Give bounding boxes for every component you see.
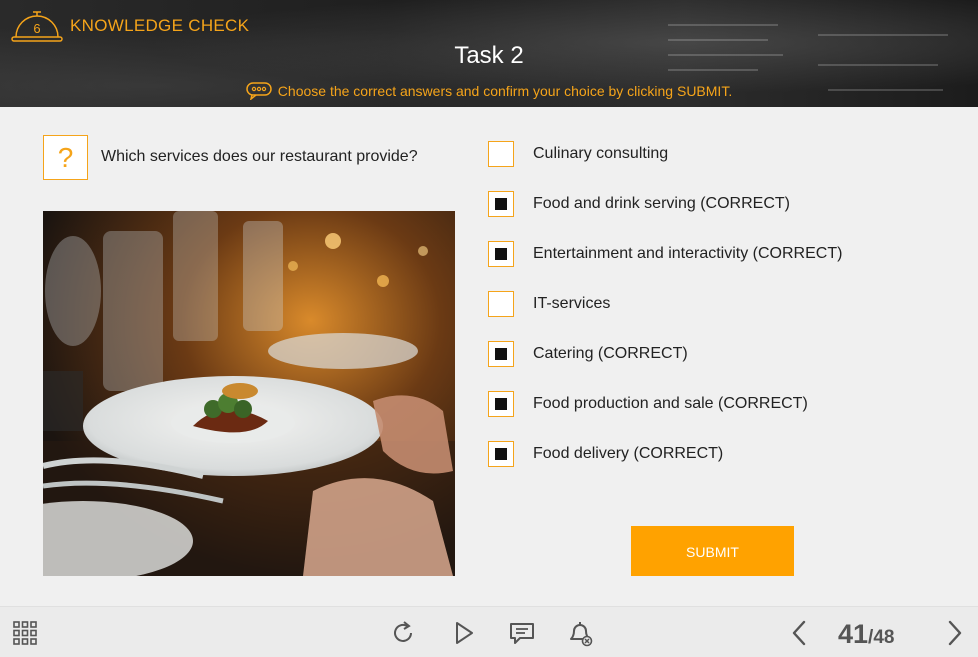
restaurant-photo [43,211,455,576]
option-it-services[interactable]: IT-services [488,291,908,319]
checkbox[interactable] [488,191,514,217]
page-current: 41 [838,619,869,649]
restaurant-table-image [43,211,455,576]
chevron-right-icon[interactable] [940,619,968,647]
option-label: Catering (CORRECT) [533,345,688,362]
question-mark-icon: ? [43,135,88,180]
header-banner: 6 KNOWLEDGE CHECK Task 2 Choose the corr… [0,0,978,107]
knowledge-check-title: KNOWLEDGE CHECK [70,16,250,35]
task-title: Task 2 [454,42,524,69]
option-entertainment-and-interactivity[interactable]: Entertainment and interactivity (CORRECT… [488,241,908,269]
checkbox[interactable] [488,341,514,367]
checkbox-mark [495,448,507,460]
submit-button[interactable]: SUBMIT [631,526,794,576]
checkbox[interactable] [488,391,514,417]
option-food-and-drink-serving[interactable]: Food and drink serving (CORRECT) [488,191,908,219]
notifications-off-icon[interactable] [566,619,594,647]
checkbox[interactable] [488,141,514,167]
grid-menu-icon[interactable] [11,619,39,647]
option-label: Food and drink serving (CORRECT) [533,195,790,212]
option-label: Entertainment and interactivity (CORRECT… [533,245,843,262]
chevron-left-icon[interactable] [786,619,814,647]
option-culinary-consulting[interactable]: Culinary consulting [488,141,908,169]
checkbox-mark [495,398,507,410]
checkbox[interactable] [488,291,514,317]
checkbox-mark [495,348,507,360]
option-label: Culinary consulting [533,145,669,162]
option-food-production-and-sale[interactable]: Food production and sale (CORRECT) [488,391,908,419]
checkbox[interactable] [488,241,514,267]
instruction-text: Choose the correct answers and confirm y… [277,83,733,99]
page-counter: 41/48 [838,619,894,650]
option-label: IT-services [533,295,611,312]
option-label: Food production and sale (CORRECT) [533,395,808,412]
badge-number: 6 [33,21,40,36]
checkbox-mark [495,198,507,210]
option-label: Food delivery (CORRECT) [533,445,724,462]
option-food-delivery[interactable]: Food delivery (CORRECT) [488,441,908,469]
instruction: Choose the correct answers and confirm y… [0,82,978,100]
question-text: Which services does our restaurant provi… [101,148,418,165]
bell-badge-icon: 6 [11,11,63,42]
chat-bubble-icon [246,82,272,100]
replay-icon[interactable] [389,619,417,647]
comment-icon[interactable] [508,619,536,647]
checkbox[interactable] [488,441,514,467]
play-icon[interactable] [450,619,478,647]
option-catering[interactable]: Catering (CORRECT) [488,341,908,369]
page-total: /48 [868,627,895,648]
player-footer: 41/48 [0,606,978,657]
checkbox-mark [495,248,507,260]
